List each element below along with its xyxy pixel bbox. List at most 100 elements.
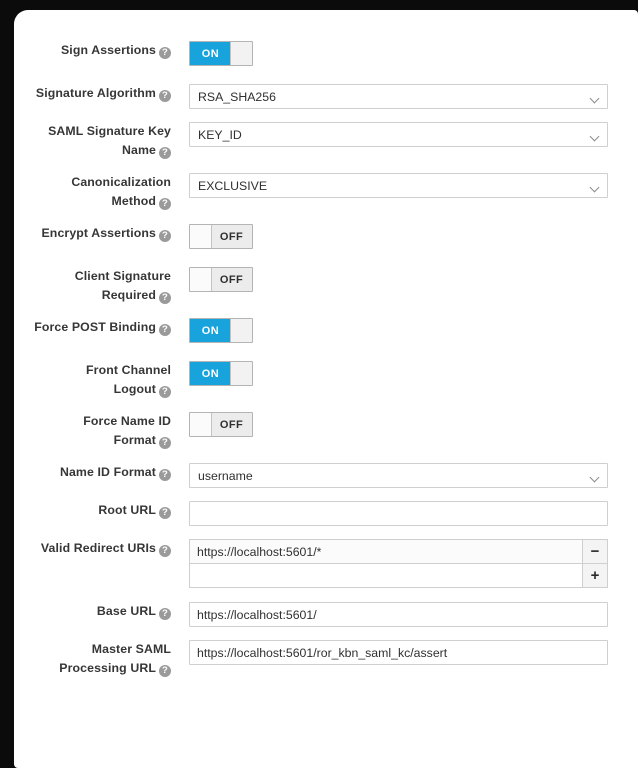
help-icon[interactable]: ?	[159, 665, 171, 677]
label-valid-redirect-uris: Valid Redirect URIs?	[22, 539, 180, 558]
label-text: SAML Signature Key	[48, 124, 171, 138]
control-encrypt-assertions: OFF	[180, 224, 638, 254]
redirect-uri-input[interactable]	[189, 539, 583, 564]
help-icon[interactable]: ?	[159, 47, 171, 59]
form-row-base-url: Base URL?	[14, 602, 638, 627]
toggle-state-label: OFF	[211, 225, 252, 248]
select-value: username	[198, 468, 253, 483]
toggle-knob	[230, 42, 252, 65]
help-icon[interactable]: ?	[159, 507, 171, 519]
form-row-saml-signature-key-name: SAML Signature Key Name? KEY_ID	[14, 122, 638, 160]
toggle-state-label: ON	[190, 319, 231, 342]
label-text: Front Channel	[86, 363, 171, 377]
label-signature-algorithm: Signature Algorithm?	[22, 84, 180, 103]
select-value: EXCLUSIVE	[198, 178, 268, 193]
toggle-knob	[190, 413, 212, 436]
label-name-id-format: Name ID Format?	[22, 463, 180, 482]
toggle-state-label: ON	[190, 42, 231, 65]
help-icon[interactable]: ?	[159, 469, 171, 481]
label-text: Root URL	[98, 503, 156, 517]
select-name-id-format[interactable]: username	[189, 463, 608, 488]
form-row-force-name-id-format: Force Name ID Format? OFF	[14, 412, 638, 450]
help-icon[interactable]: ?	[159, 608, 171, 620]
label-text: Client Signature	[74, 269, 171, 283]
form-row-valid-redirect-uris: Valid Redirect URIs? −+	[14, 539, 638, 588]
control-force-post-binding: ON	[180, 318, 638, 348]
label-text: Master SAML	[91, 642, 171, 656]
input-base-url[interactable]	[189, 602, 608, 627]
help-icon[interactable]: ?	[159, 386, 171, 398]
control-name-id-format: username	[180, 463, 638, 488]
toggle-encrypt-assertions[interactable]: OFF	[189, 224, 253, 249]
label-text: Base URL	[96, 604, 156, 618]
control-master-saml-processing-url	[180, 640, 638, 665]
label-text: Signature Algorithm	[35, 86, 156, 100]
form-row-front-channel-logout: Front Channel Logout? ON	[14, 361, 638, 399]
control-signature-algorithm: RSA_SHA256	[180, 84, 638, 109]
label-master-saml-processing-url: Master SAML Processing URL?	[22, 640, 180, 678]
control-sign-assertions: ON	[180, 41, 638, 71]
control-canonicalization-method: EXCLUSIVE	[180, 173, 638, 198]
help-icon[interactable]: ?	[159, 90, 171, 102]
select-saml-signature-key-name[interactable]: KEY_ID	[189, 122, 608, 147]
control-base-url	[180, 602, 638, 627]
multi-value-row: −	[189, 539, 608, 564]
chevron-down-icon	[591, 133, 599, 138]
help-icon[interactable]: ?	[159, 198, 171, 210]
form-row-sign-assertions: Sign Assertions? ON	[14, 41, 638, 71]
control-saml-signature-key-name: KEY_ID	[180, 122, 638, 147]
label-text: Required	[101, 288, 156, 302]
control-force-name-id-format: OFF	[180, 412, 638, 442]
label-text: Canonicalization	[71, 175, 171, 189]
label-text: Force POST Binding	[34, 320, 156, 334]
help-icon[interactable]: ?	[159, 545, 171, 557]
toggle-front-channel-logout[interactable]: ON	[189, 361, 253, 386]
select-signature-algorithm[interactable]: RSA_SHA256	[189, 84, 608, 109]
toggle-state-label: OFF	[211, 268, 252, 291]
control-root-url	[180, 501, 638, 526]
form-row-force-post-binding: Force POST Binding? ON	[14, 318, 638, 348]
input-master-saml-processing-url[interactable]	[189, 640, 608, 665]
label-root-url: Root URL?	[22, 501, 180, 520]
toggle-knob	[230, 362, 252, 385]
chevron-down-icon	[591, 184, 599, 189]
label-force-name-id-format: Force Name ID Format?	[22, 412, 180, 450]
label-front-channel-logout: Front Channel Logout?	[22, 361, 180, 399]
toggle-force-name-id-format[interactable]: OFF	[189, 412, 253, 437]
input-root-url[interactable]	[189, 501, 608, 526]
redirect-uri-input[interactable]	[189, 563, 583, 588]
toggle-knob	[230, 319, 252, 342]
add-redirect-uri-button[interactable]: +	[583, 563, 608, 588]
help-icon[interactable]: ?	[159, 292, 171, 304]
help-icon[interactable]: ?	[159, 324, 171, 336]
chevron-down-icon	[591, 95, 599, 100]
form-row-canonicalization-method: Canonicalization Method? EXCLUSIVE	[14, 173, 638, 211]
control-front-channel-logout: ON	[180, 361, 638, 391]
select-value: RSA_SHA256	[198, 89, 276, 104]
help-icon[interactable]: ?	[159, 437, 171, 449]
saml-settings-form: Sign Assertions? ON Signature Algorithm? RS…	[14, 10, 638, 691]
label-encrypt-assertions: Encrypt Assertions?	[22, 224, 180, 243]
label-text: Name	[122, 143, 156, 157]
label-text: Valid Redirect URIs	[40, 541, 156, 555]
label-text: Sign Assertions	[60, 43, 156, 57]
remove-redirect-uri-button[interactable]: −	[583, 539, 608, 564]
label-base-url: Base URL?	[22, 602, 180, 621]
label-canonicalization-method: Canonicalization Method?	[22, 173, 180, 211]
help-icon[interactable]: ?	[159, 147, 171, 159]
label-client-signature-required: Client Signature Required?	[22, 267, 180, 305]
control-valid-redirect-uris: −+	[180, 539, 638, 588]
control-client-signature-required: OFF	[180, 267, 638, 297]
select-canonicalization-method[interactable]: EXCLUSIVE	[189, 173, 608, 198]
toggle-state-label: OFF	[211, 413, 252, 436]
multi-value-row: +	[189, 563, 608, 588]
form-row-name-id-format: Name ID Format? username	[14, 463, 638, 488]
toggle-client-signature-required[interactable]: OFF	[189, 267, 253, 292]
label-text: Format	[113, 433, 156, 447]
label-force-post-binding: Force POST Binding?	[22, 318, 180, 337]
toggle-force-post-binding[interactable]: ON	[189, 318, 253, 343]
label-text: Force Name ID	[83, 414, 171, 428]
toggle-sign-assertions[interactable]: ON	[189, 41, 253, 66]
toggle-state-label: ON	[190, 362, 231, 385]
help-icon[interactable]: ?	[159, 230, 171, 242]
